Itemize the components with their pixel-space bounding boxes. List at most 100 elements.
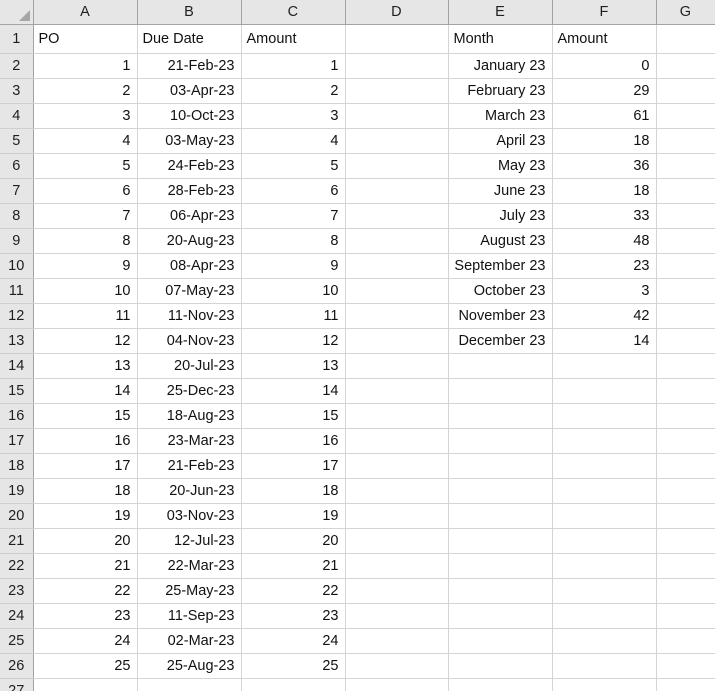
cell-d23[interactable] bbox=[345, 578, 449, 604]
row-header-17[interactable]: 17 bbox=[0, 428, 34, 454]
cell-f17[interactable] bbox=[552, 428, 657, 454]
cell-b10[interactable]: 08-Apr-23 bbox=[137, 253, 242, 279]
cell-g11[interactable] bbox=[656, 278, 715, 304]
cell-g6[interactable] bbox=[656, 153, 715, 179]
row-header-27[interactable]: 27 bbox=[0, 678, 34, 691]
cell-a14[interactable]: 13 bbox=[33, 353, 138, 379]
cell-c13[interactable]: 12 bbox=[241, 328, 346, 354]
cell-e16[interactable] bbox=[448, 403, 553, 429]
column-header-f[interactable]: F bbox=[552, 0, 657, 25]
cell-b12[interactable]: 11-Nov-23 bbox=[137, 303, 242, 329]
cell-c23[interactable]: 22 bbox=[241, 578, 346, 604]
cell-e22[interactable] bbox=[448, 553, 553, 579]
table-row[interactable]: 18 17 21-Feb-23 17 bbox=[0, 453, 715, 479]
cell-e12[interactable]: November 23 bbox=[448, 303, 553, 329]
cell-b16[interactable]: 18-Aug-23 bbox=[137, 403, 242, 429]
cell-g12[interactable] bbox=[656, 303, 715, 329]
column-header-g[interactable]: G bbox=[656, 0, 715, 25]
column-header-d[interactable]: D bbox=[345, 0, 449, 25]
row-header-6[interactable]: 6 bbox=[0, 153, 34, 179]
cell-b23[interactable]: 25-May-23 bbox=[137, 578, 242, 604]
cell-e5[interactable]: April 23 bbox=[448, 128, 553, 154]
cell-d7[interactable] bbox=[345, 178, 449, 204]
cell-g4[interactable] bbox=[656, 103, 715, 129]
cell-f20[interactable] bbox=[552, 503, 657, 529]
cell-f13[interactable]: 14 bbox=[552, 328, 657, 354]
cell-b8[interactable]: 06-Apr-23 bbox=[137, 203, 242, 229]
cell-e25[interactable] bbox=[448, 628, 553, 654]
cell-g26[interactable] bbox=[656, 653, 715, 679]
cell-e8[interactable]: July 23 bbox=[448, 203, 553, 229]
cell-e13[interactable]: December 23 bbox=[448, 328, 553, 354]
cell-f8[interactable]: 33 bbox=[552, 203, 657, 229]
column-header-c[interactable]: C bbox=[241, 0, 346, 25]
row-header-1[interactable]: 1 bbox=[0, 24, 34, 54]
cell-c14[interactable]: 13 bbox=[241, 353, 346, 379]
cell-a10[interactable]: 9 bbox=[33, 253, 138, 279]
cell-b22[interactable]: 22-Mar-23 bbox=[137, 553, 242, 579]
row-header-5[interactable]: 5 bbox=[0, 128, 34, 154]
row-header-14[interactable]: 14 bbox=[0, 353, 34, 379]
cell-g24[interactable] bbox=[656, 603, 715, 629]
cell-g3[interactable] bbox=[656, 78, 715, 104]
cell-c2[interactable]: 1 bbox=[241, 53, 346, 79]
table-row[interactable]: 13 12 04-Nov-23 12 December 23 14 bbox=[0, 328, 715, 354]
cell-c20[interactable]: 19 bbox=[241, 503, 346, 529]
row-header-13[interactable]: 13 bbox=[0, 328, 34, 354]
cell-g15[interactable] bbox=[656, 378, 715, 404]
table-row[interactable]: 20 19 03-Nov-23 19 bbox=[0, 503, 715, 529]
cell-d4[interactable] bbox=[345, 103, 449, 129]
cell-c3[interactable]: 2 bbox=[241, 78, 346, 104]
table-row[interactable]: 27 bbox=[0, 678, 715, 691]
cell-a5[interactable]: 4 bbox=[33, 128, 138, 154]
cell-d5[interactable] bbox=[345, 128, 449, 154]
cell-e26[interactable] bbox=[448, 653, 553, 679]
cell-b4[interactable]: 10-Oct-23 bbox=[137, 103, 242, 129]
cell-d18[interactable] bbox=[345, 453, 449, 479]
cell-b5[interactable]: 03-May-23 bbox=[137, 128, 242, 154]
table-row[interactable]: 24 23 11-Sep-23 23 bbox=[0, 603, 715, 629]
row-header-2[interactable]: 2 bbox=[0, 53, 34, 79]
cell-a25[interactable]: 24 bbox=[33, 628, 138, 654]
cell-f5[interactable]: 18 bbox=[552, 128, 657, 154]
cell-c18[interactable]: 17 bbox=[241, 453, 346, 479]
cell-a6[interactable]: 5 bbox=[33, 153, 138, 179]
cell-a3[interactable]: 2 bbox=[33, 78, 138, 104]
cell-f12[interactable]: 42 bbox=[552, 303, 657, 329]
cell-f23[interactable] bbox=[552, 578, 657, 604]
cell-g16[interactable] bbox=[656, 403, 715, 429]
cell-f9[interactable]: 48 bbox=[552, 228, 657, 254]
cell-a11[interactable]: 10 bbox=[33, 278, 138, 304]
row-header-8[interactable]: 8 bbox=[0, 203, 34, 229]
cell-c17[interactable]: 16 bbox=[241, 428, 346, 454]
cell-d19[interactable] bbox=[345, 478, 449, 504]
cell-f1[interactable]: Amount bbox=[552, 24, 657, 54]
cell-g5[interactable] bbox=[656, 128, 715, 154]
row-header-3[interactable]: 3 bbox=[0, 78, 34, 104]
cell-e15[interactable] bbox=[448, 378, 553, 404]
table-row[interactable]: 12 11 11-Nov-23 11 November 23 42 bbox=[0, 303, 715, 329]
table-row[interactable]: 11 10 07-May-23 10 October 23 3 bbox=[0, 278, 715, 304]
cell-e27[interactable] bbox=[448, 678, 553, 691]
cell-g25[interactable] bbox=[656, 628, 715, 654]
cell-b21[interactable]: 12-Jul-23 bbox=[137, 528, 242, 554]
cell-a18[interactable]: 17 bbox=[33, 453, 138, 479]
cell-f21[interactable] bbox=[552, 528, 657, 554]
table-row[interactable]: 1 PO Due Date Amount Month Amount bbox=[0, 24, 715, 54]
column-header-a[interactable]: A bbox=[33, 0, 138, 25]
cell-f24[interactable] bbox=[552, 603, 657, 629]
cell-d13[interactable] bbox=[345, 328, 449, 354]
cell-f16[interactable] bbox=[552, 403, 657, 429]
cell-d12[interactable] bbox=[345, 303, 449, 329]
row-header-11[interactable]: 11 bbox=[0, 278, 34, 304]
cell-c27[interactable] bbox=[241, 678, 346, 691]
cell-a16[interactable]: 15 bbox=[33, 403, 138, 429]
cell-g7[interactable] bbox=[656, 178, 715, 204]
cell-a12[interactable]: 11 bbox=[33, 303, 138, 329]
cell-b17[interactable]: 23-Mar-23 bbox=[137, 428, 242, 454]
cell-c16[interactable]: 15 bbox=[241, 403, 346, 429]
cell-g27[interactable] bbox=[656, 678, 715, 691]
cell-b15[interactable]: 25-Dec-23 bbox=[137, 378, 242, 404]
row-header-21[interactable]: 21 bbox=[0, 528, 34, 554]
cell-f2[interactable]: 0 bbox=[552, 53, 657, 79]
